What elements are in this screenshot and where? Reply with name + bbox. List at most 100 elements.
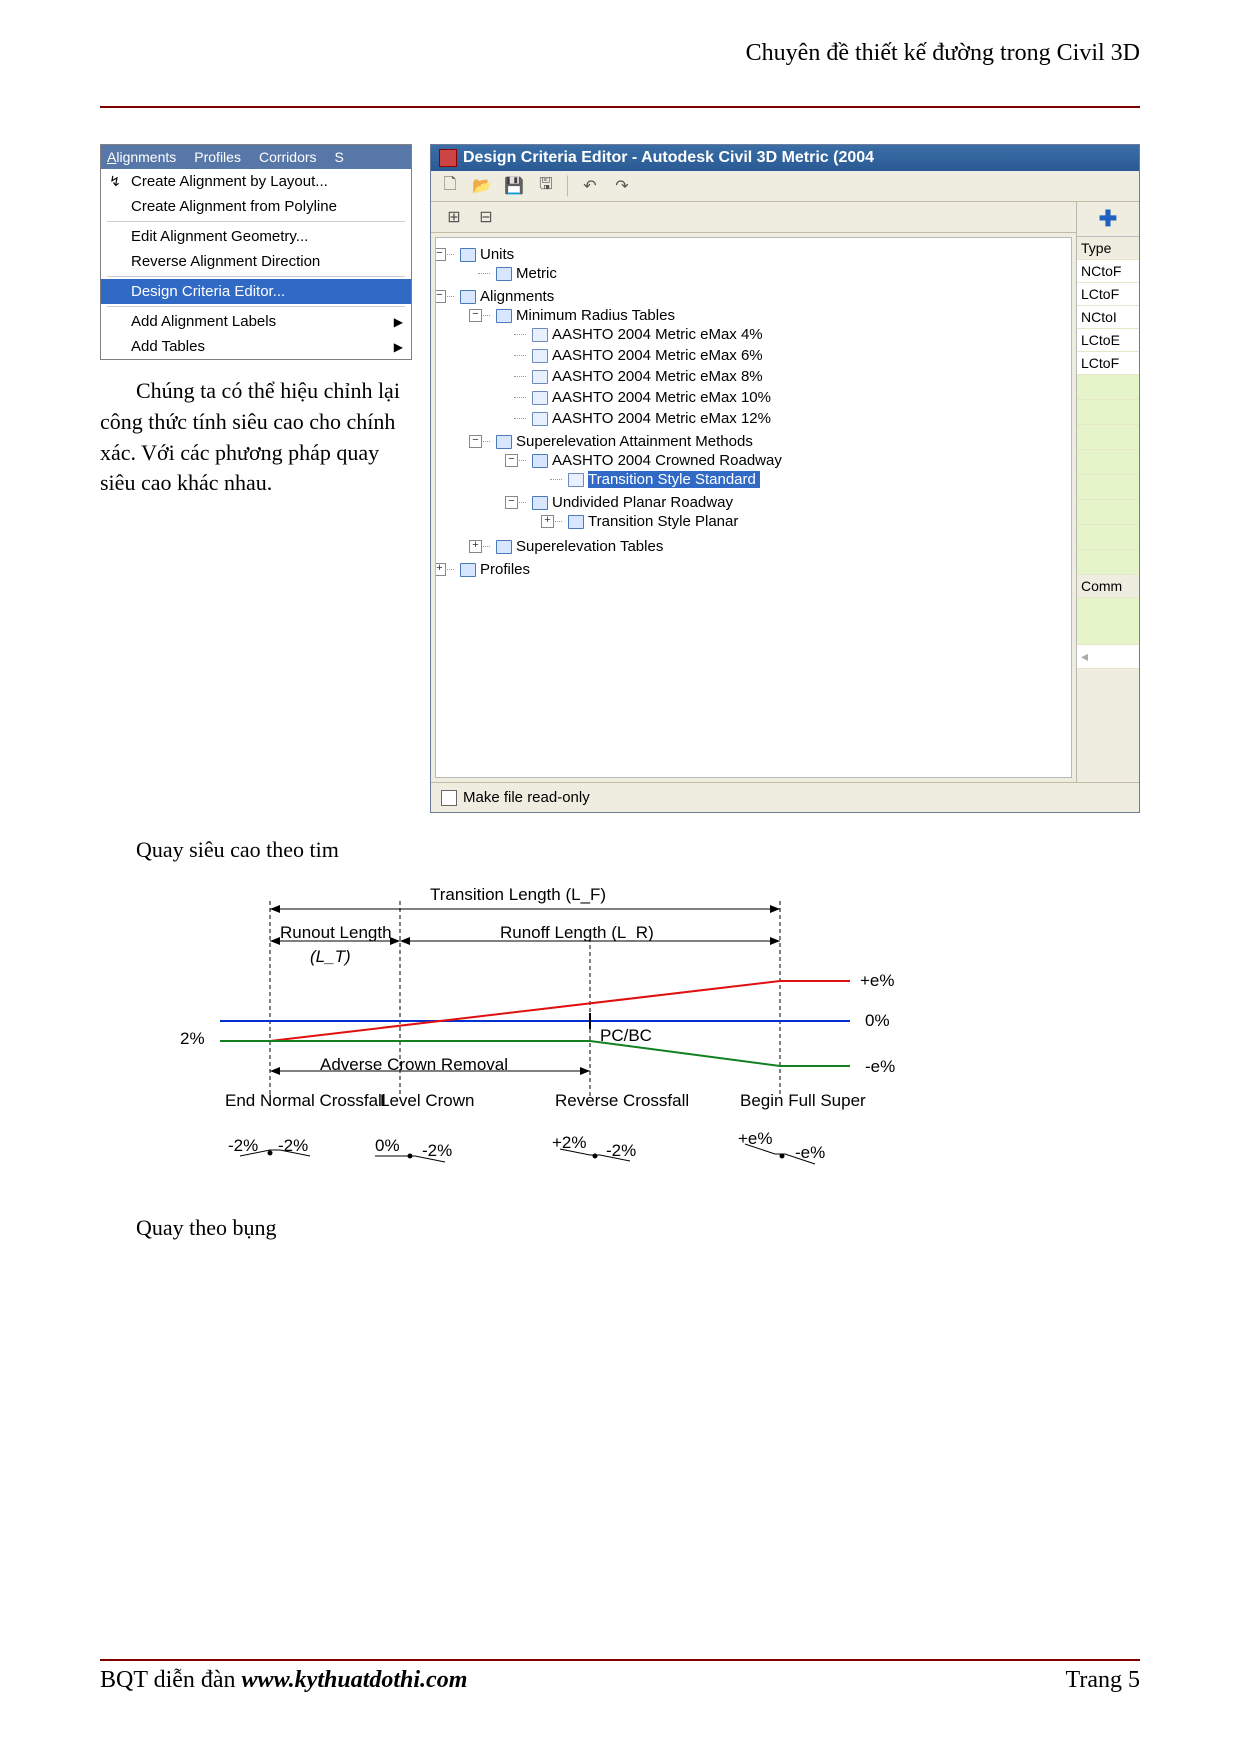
saveall-icon[interactable]: 🖫 xyxy=(535,175,557,197)
side-row-empty[interactable] xyxy=(1077,425,1139,450)
page-footer: BQT diễn đàn www.kythuatdothi.com Trang … xyxy=(100,1659,1140,1694)
tree-profiles[interactable]: +Profiles xyxy=(442,559,1067,580)
menu-edit-geometry[interactable]: Edit Alignment Geometry... xyxy=(101,224,411,249)
side-row-empty[interactable] xyxy=(1077,375,1139,400)
tree-undivided[interactable]: −Undivided Planar Roadway +Transition St… xyxy=(514,492,1067,534)
scroll-left-icon[interactable]: ◂ xyxy=(1077,645,1139,669)
page-header: Chuyên đề thiết kế đường trong Civil 3D xyxy=(100,40,1140,100)
folder-icon xyxy=(532,454,548,468)
tree-alignments[interactable]: −Alignments −Minimum Radius Tables AASHT… xyxy=(442,286,1067,559)
lbl-station-3: Begin Full Super xyxy=(740,1091,850,1111)
side-row[interactable]: NCtoF xyxy=(1077,260,1139,283)
menu-add-tables[interactable]: Add Tables ▶ xyxy=(101,334,411,359)
side-row[interactable]: LCtoF xyxy=(1077,352,1139,375)
lbl-s3l: +e% xyxy=(738,1129,773,1149)
side-row[interactable]: LCtoF xyxy=(1077,283,1139,306)
lbl-s2r: -2% xyxy=(606,1141,636,1161)
side-comm: Comm xyxy=(1077,575,1139,598)
menu-create-from-polyline[interactable]: Create Alignment from Polyline xyxy=(101,194,411,219)
new-icon[interactable]: 🗋 xyxy=(439,175,461,197)
tree-metric[interactable]: Metric xyxy=(478,263,1067,284)
lbl-runout: Runout Length xyxy=(280,923,392,943)
folder-icon xyxy=(568,515,584,529)
menu-add-labels[interactable]: Add Alignment Labels ▶ xyxy=(101,309,411,334)
menu-sep xyxy=(107,306,405,307)
footer-right: Trang 5 xyxy=(1066,1667,1140,1694)
menu-s[interactable]: S xyxy=(335,149,344,165)
folder-icon xyxy=(460,563,476,577)
folder-icon xyxy=(496,267,512,281)
tree-emax4[interactable]: AASHTO 2004 Metric eMax 4% xyxy=(514,324,1067,345)
readonly-label: Make file read-only xyxy=(463,789,590,806)
alignments-menu: Alignments Profiles Corridors S ↯ Create… xyxy=(100,144,412,360)
menu-reverse-direction[interactable]: Reverse Alignment Direction xyxy=(101,249,411,274)
table-icon xyxy=(532,349,548,363)
menu-create-by-layout[interactable]: ↯ Create Alignment by Layout... xyxy=(101,169,411,194)
tree-transition-standard[interactable]: Transition Style Standard xyxy=(550,469,1067,490)
folder-icon xyxy=(496,309,512,323)
footer-left: BQT diễn đàn www.kythuatdothi.com xyxy=(100,1667,467,1694)
undo-icon[interactable]: ↶ xyxy=(579,175,601,197)
lbl-acr: Adverse Crown Removal xyxy=(320,1055,508,1075)
side-row-empty[interactable] xyxy=(1077,525,1139,550)
folder-icon xyxy=(496,435,512,449)
lbl-s3r: -e% xyxy=(795,1143,825,1163)
tree-crowned[interactable]: −AASHTO 2004 Crowned Roadway Transition … xyxy=(514,450,1067,492)
collapse-icon[interactable]: ⊟ xyxy=(475,206,497,228)
lbl-2pct: 2% xyxy=(180,1029,205,1049)
design-criteria-editor-window: Design Criteria Editor - Autodesk Civil … xyxy=(430,144,1140,813)
side-row[interactable]: NCtoI xyxy=(1077,306,1139,329)
footer-rule xyxy=(100,1659,1140,1661)
menu-alignments[interactable]: Alignments xyxy=(107,149,176,165)
toolbar-tree: ⊞ ⊟ xyxy=(431,202,1076,233)
menu-list: ↯ Create Alignment by Layout... Create A… xyxy=(101,169,411,359)
folder-icon xyxy=(496,540,512,554)
tree-min-radius[interactable]: −Minimum Radius Tables AASHTO 2004 Metri… xyxy=(478,305,1067,431)
side-row-empty[interactable] xyxy=(1077,400,1139,425)
menu-sep xyxy=(107,276,405,277)
side-row-empty[interactable] xyxy=(1077,500,1139,525)
lbl-plus-e: +e% xyxy=(860,971,895,991)
menu-profiles[interactable]: Profiles xyxy=(194,149,241,165)
menu-corridors[interactable]: Corridors xyxy=(259,149,317,165)
side-row-empty[interactable] xyxy=(1077,450,1139,475)
side-row-empty[interactable] xyxy=(1077,550,1139,575)
tree-units[interactable]: −Units Metric xyxy=(442,244,1067,286)
lbl-s0r: -2% xyxy=(278,1136,308,1156)
tree-emax10[interactable]: AASHTO 2004 Metric eMax 10% xyxy=(514,387,1067,408)
window-titlebar: Design Criteria Editor - Autodesk Civil … xyxy=(431,145,1139,171)
page: Chuyên đề thiết kế đường trong Civil 3D … xyxy=(0,0,1240,1754)
side-row-empty[interactable] xyxy=(1077,475,1139,500)
tree-emax8[interactable]: AASHTO 2004 Metric eMax 8% xyxy=(514,366,1067,387)
menu-design-criteria-editor[interactable]: Design Criteria Editor... xyxy=(101,279,411,304)
create-layout-icon: ↯ xyxy=(107,174,123,190)
tree-transition-planar[interactable]: +Transition Style Planar xyxy=(550,511,1067,532)
menu-bar: Alignments Profiles Corridors S xyxy=(101,145,411,169)
add-icon[interactable]: ✚ xyxy=(1077,202,1139,232)
folder-icon xyxy=(532,496,548,510)
submenu-arrow-icon: ▶ xyxy=(394,340,403,354)
redo-icon[interactable]: ↷ xyxy=(611,175,633,197)
open-icon[interactable]: 📂 xyxy=(471,175,493,197)
submenu-arrow-icon: ▶ xyxy=(394,315,403,329)
transition-diagram: Transition Length (L_F) Runout Length (L… xyxy=(170,881,930,1191)
lbl-zero: 0% xyxy=(865,1011,890,1031)
table-icon xyxy=(532,328,548,342)
side-header: Type xyxy=(1077,237,1139,260)
side-row[interactable]: LCtoE xyxy=(1077,329,1139,352)
window-title: Design Criteria Editor - Autodesk Civil … xyxy=(463,149,874,167)
readonly-checkbox[interactable] xyxy=(441,790,457,806)
side-row-empty[interactable] xyxy=(1077,598,1139,645)
expand-icon[interactable]: ⊞ xyxy=(443,206,465,228)
tree-emax12[interactable]: AASHTO 2004 Metric eMax 12% xyxy=(514,408,1067,429)
folder-icon xyxy=(460,248,476,262)
save-icon[interactable]: 💾 xyxy=(503,175,525,197)
criteria-tree[interactable]: −Units Metric −Alignments −Minimum Radiu… xyxy=(435,237,1072,778)
lbl-s0l: -2% xyxy=(228,1136,258,1156)
tree-super-tables[interactable]: +Superelevation Tables xyxy=(478,536,1067,557)
text-quay-tim: Quay siêu cao theo tim xyxy=(136,837,1140,863)
lbl-transition-length: Transition Length (L_F) xyxy=(430,885,606,905)
menu-sep xyxy=(107,221,405,222)
tree-emax6[interactable]: AASHTO 2004 Metric eMax 6% xyxy=(514,345,1067,366)
tree-methods[interactable]: −Superelevation Attainment Methods −AASH… xyxy=(478,431,1067,536)
